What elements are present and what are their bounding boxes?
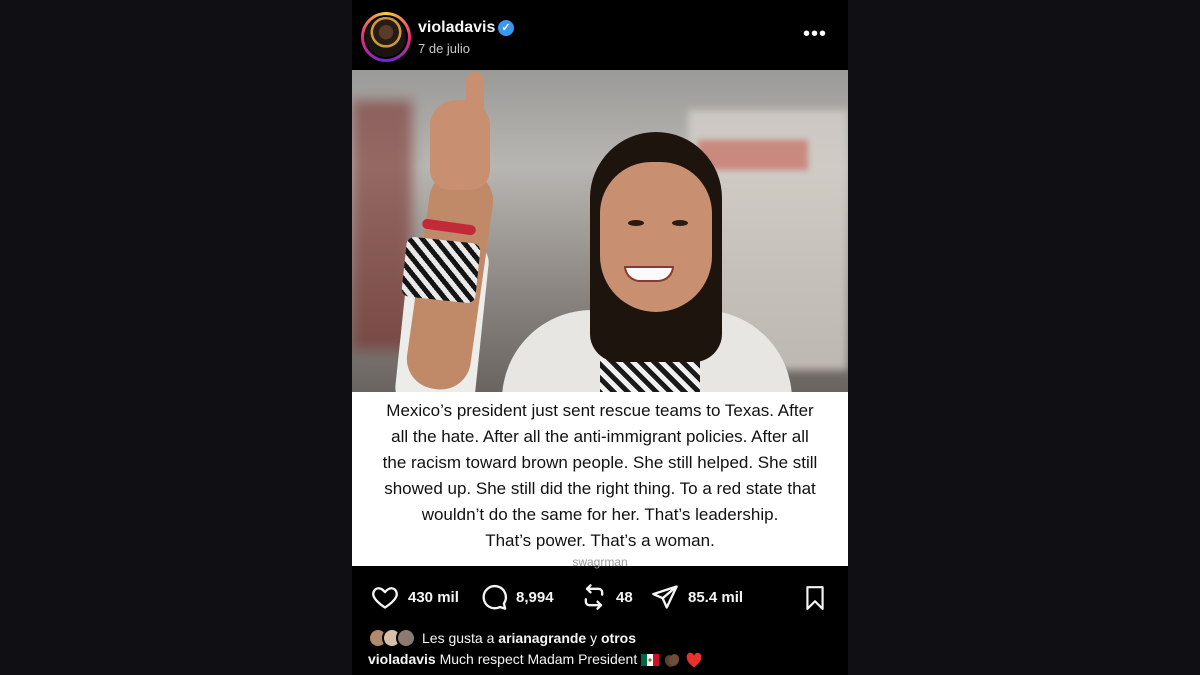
caption-line: wouldn’t do the same for her. That’s lea… [421, 505, 779, 524]
caption-line: the racism toward brown people. She stil… [382, 453, 818, 472]
caption-comment: violadavis Much respect Madam President [368, 651, 703, 668]
photo-face [600, 162, 712, 312]
image-caption-box: Mexico’s president just sent rescue team… [352, 392, 848, 569]
repost-button[interactable]: 48 [580, 578, 633, 616]
caption-line: all the hate. After all the anti-immigra… [391, 427, 809, 446]
username[interactable]: violadavis [418, 19, 495, 37]
heart-icon [372, 587, 398, 609]
mexico-flag-icon [641, 654, 660, 667]
red-heart-icon [686, 653, 702, 668]
caption-line: That’s power. That’s a woman. [485, 531, 715, 550]
like-count: 430 mil [408, 588, 459, 606]
send-icon [652, 585, 678, 609]
bookmark-icon [806, 586, 824, 610]
clapping-hands-icon [664, 654, 680, 668]
photo-cuff [401, 236, 481, 304]
post-header: violadavis ✓ 7 de julio ••• [352, 0, 848, 70]
comment-username[interactable]: violadavis [368, 651, 436, 667]
photo-eye-left [628, 220, 644, 226]
repost-count: 48 [616, 588, 633, 606]
photo-background-sign [698, 140, 808, 170]
post-date: 7 de julio [418, 41, 471, 56]
verified-badge-icon: ✓ [498, 20, 514, 36]
save-button[interactable] [802, 584, 828, 617]
caption-line: showed up. She still did the right thing… [384, 479, 816, 498]
liked-by-conjunction: y [590, 630, 598, 646]
watermark: swagrman [572, 555, 628, 569]
avatar-frame [364, 15, 408, 59]
thumbs-up-icon [466, 72, 484, 118]
share-count: 85.4 mil [688, 588, 744, 606]
action-bar: 430 mil 8,994 48 85.4 mil [352, 578, 848, 616]
caption-line: Mexico’s president just sent rescue team… [386, 401, 814, 420]
liked-by-others[interactable]: otros [601, 630, 636, 646]
comment-button[interactable]: 8,994 [480, 578, 554, 616]
comment-text: Much respect Madam President [439, 651, 638, 667]
liked-by-user[interactable]: arianagrande [498, 630, 586, 646]
liked-by-text: Les gusta a arianagrande y otros [422, 630, 636, 646]
liked-by-row: Les gusta a arianagrande y otros [368, 628, 636, 648]
share-button[interactable]: 85.4 mil [650, 578, 743, 616]
photo-eye-right [672, 220, 688, 226]
comment-count: 8,994 [516, 588, 554, 606]
post-card: violadavis ✓ 7 de julio ••• Mexico’s pre… [352, 0, 848, 675]
more-options-icon[interactable]: ••• [800, 22, 830, 52]
liker-avatar[interactable] [396, 628, 416, 648]
avatar-image [366, 17, 406, 57]
repost-icon [584, 584, 604, 610]
liked-by-prefix: Les gusta a [422, 630, 495, 646]
like-button[interactable]: 430 mil [370, 578, 459, 616]
avatar[interactable] [361, 12, 411, 62]
comment-icon [482, 584, 507, 610]
post-photo[interactable] [352, 70, 848, 392]
